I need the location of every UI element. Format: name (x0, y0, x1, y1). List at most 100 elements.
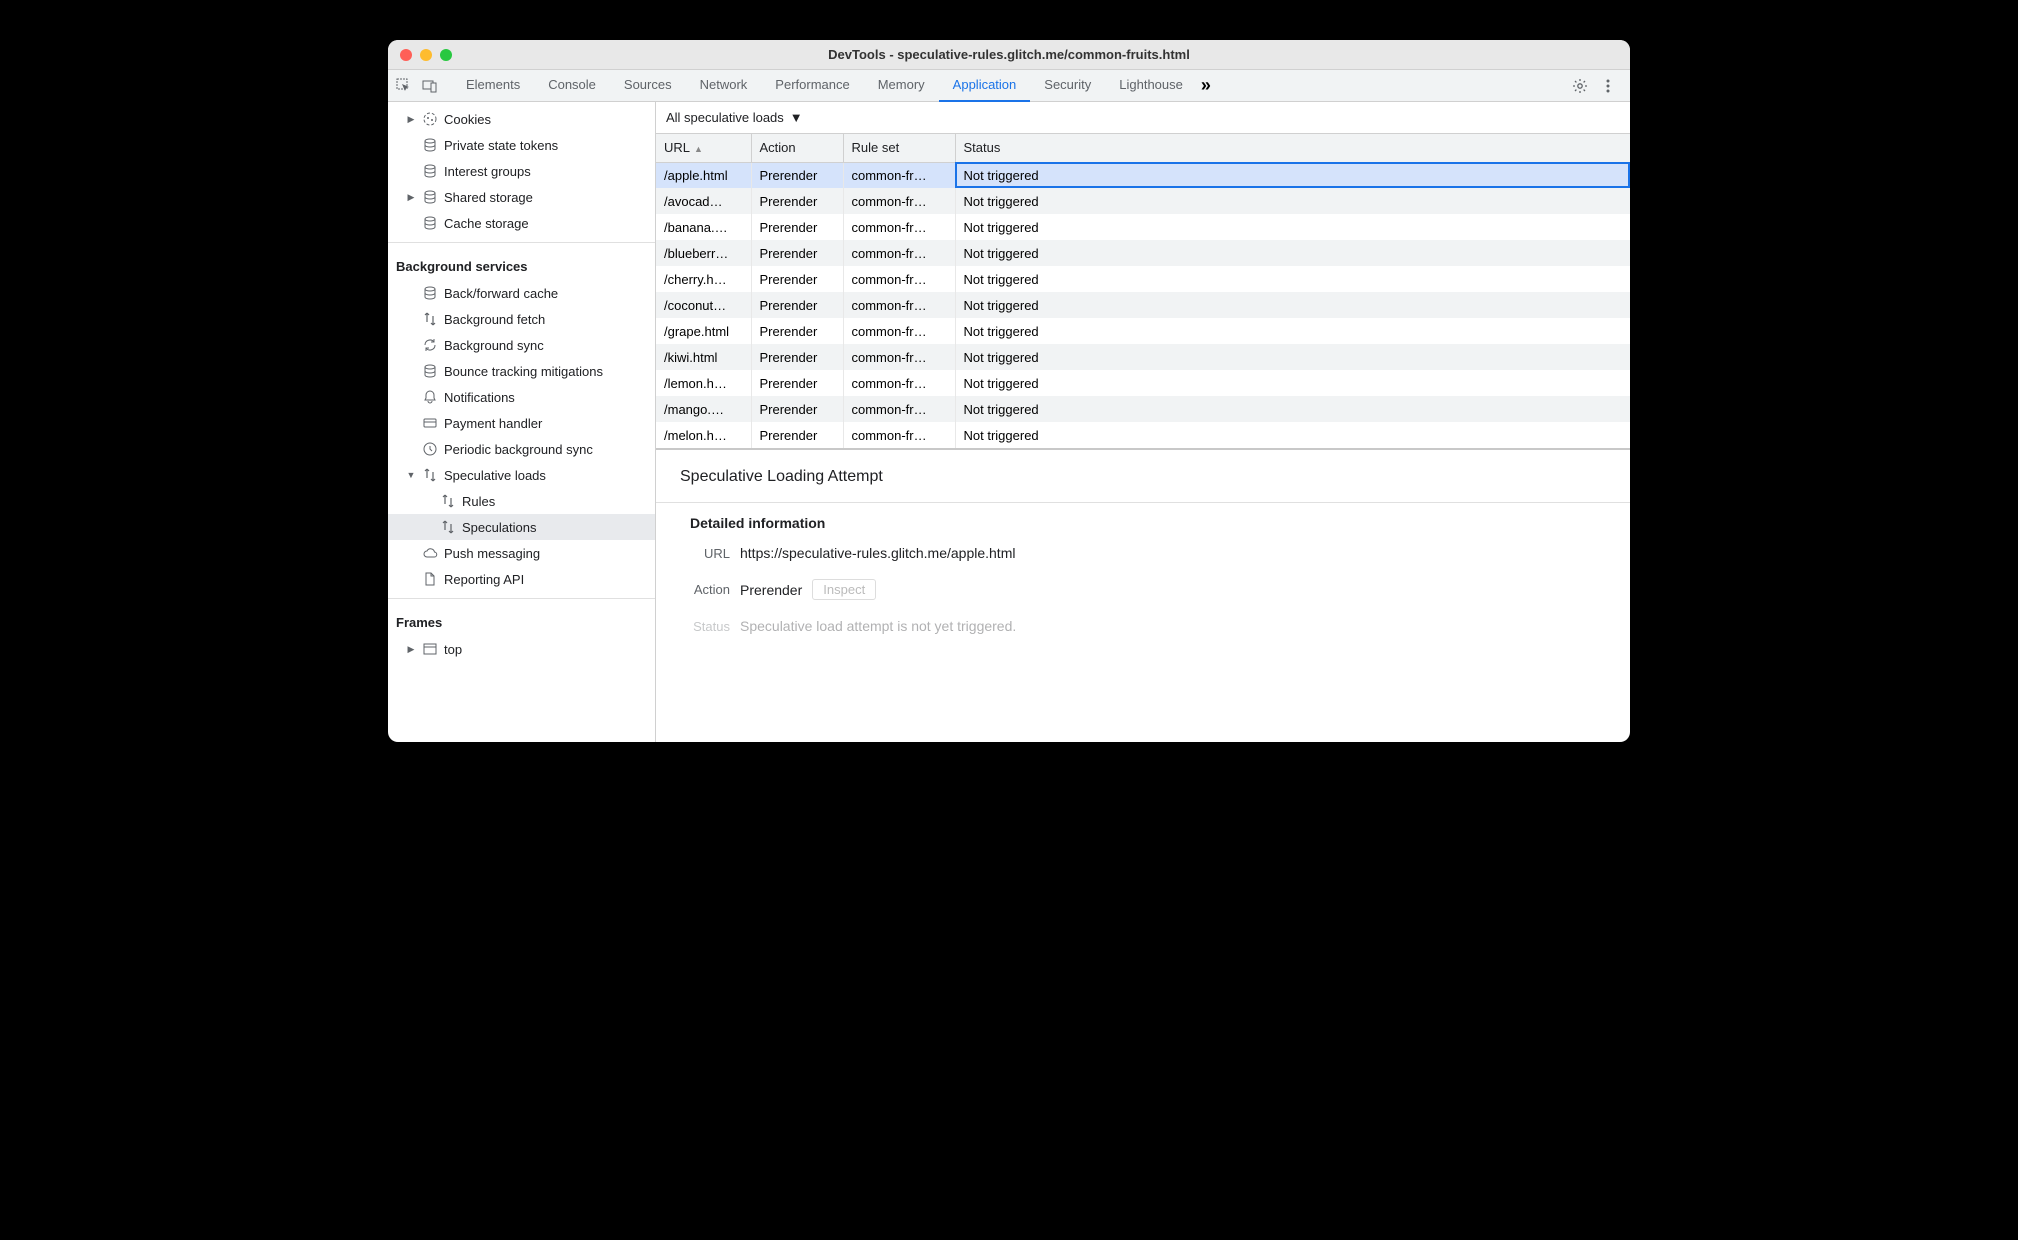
column-header-url[interactable]: URL▲ (656, 134, 751, 162)
device-icon[interactable] (422, 78, 438, 94)
cell-status: Not triggered (955, 266, 1630, 292)
detail-status-value: Speculative load attempt is not yet trig… (740, 618, 1016, 634)
table-row[interactable]: /blueberr…Prerendercommon-fr…Not trigger… (656, 240, 1630, 266)
doc-icon (422, 571, 438, 587)
sidebar-item-label: top (444, 642, 462, 657)
dropdown-icon: ▼ (790, 110, 803, 125)
filter-bar[interactable]: All speculative loads ▼ (656, 102, 1630, 134)
cell-url: /blueberr… (656, 240, 751, 266)
sidebar-item-interest-groups[interactable]: Interest groups (388, 158, 655, 184)
table-row[interactable]: /melon.h…Prerendercommon-fr…Not triggere… (656, 422, 1630, 448)
sidebar-item-rules[interactable]: Rules (388, 488, 655, 514)
column-header-status[interactable]: Status (955, 134, 1630, 162)
sidebar-item-background-fetch[interactable]: Background fetch (388, 306, 655, 332)
detail-heading: Speculative Loading Attempt (680, 468, 1606, 486)
sidebar-item-reporting-api[interactable]: Reporting API (388, 566, 655, 592)
db-icon (422, 163, 438, 179)
sidebar-item-periodic-background-sync[interactable]: Periodic background sync (388, 436, 655, 462)
sidebar-item-push-messaging[interactable]: Push messaging (388, 540, 655, 566)
table-row[interactable]: /lemon.h…Prerendercommon-fr…Not triggere… (656, 370, 1630, 396)
speculations-table: URL▲ActionRule setStatus /apple.htmlPrer… (656, 134, 1630, 448)
cell-status: Not triggered (955, 188, 1630, 214)
detail-action-value: Prerender (740, 582, 802, 598)
tab-sources[interactable]: Sources (610, 70, 686, 102)
sidebar-item-label: Cache storage (444, 216, 529, 231)
cell-action: Prerender (751, 370, 843, 396)
tab-application[interactable]: Application (939, 70, 1031, 102)
sidebar-item-background-sync[interactable]: Background sync (388, 332, 655, 358)
tab-lighthouse[interactable]: Lighthouse (1105, 70, 1197, 102)
sidebar-item-label: Cookies (444, 112, 491, 127)
sidebar: ▶CookiesPrivate state tokensInterest gro… (388, 102, 656, 742)
cell-action: Prerender (751, 344, 843, 370)
inspect-icon[interactable] (396, 78, 412, 94)
kebab-menu-icon[interactable] (1600, 78, 1616, 94)
updown-icon (440, 519, 456, 535)
cell-url: /kiwi.html (656, 344, 751, 370)
more-tabs-button[interactable]: » (1201, 75, 1211, 96)
tab-network[interactable]: Network (686, 70, 762, 102)
tab-performance[interactable]: Performance (761, 70, 863, 102)
cell-ruleset: common-fr… (843, 214, 955, 240)
settings-icon[interactable] (1572, 78, 1588, 94)
sidebar-item-label: Shared storage (444, 190, 533, 205)
tab-memory[interactable]: Memory (864, 70, 939, 102)
cell-action: Prerender (751, 162, 843, 188)
titlebar: DevTools - speculative-rules.glitch.me/c… (388, 40, 1630, 70)
tab-console[interactable]: Console (534, 70, 610, 102)
table-row[interactable]: /grape.htmlPrerendercommon-fr…Not trigge… (656, 318, 1630, 344)
sidebar-item-speculative-loads[interactable]: ▼Speculative loads (388, 462, 655, 488)
sidebar-section-frames: Frames (388, 605, 655, 636)
cell-url: /avocad… (656, 188, 751, 214)
inspect-button[interactable]: Inspect (812, 579, 876, 600)
sidebar-item-label: Speculative loads (444, 468, 546, 483)
cell-action: Prerender (751, 214, 843, 240)
table-row[interactable]: /kiwi.htmlPrerendercommon-fr…Not trigger… (656, 344, 1630, 370)
cell-ruleset: common-fr… (843, 162, 955, 188)
sidebar-item-top[interactable]: ▶top (388, 636, 655, 662)
sidebar-item-label: Notifications (444, 390, 515, 405)
detail-status-label: Status (680, 619, 740, 634)
sidebar-item-bounce-tracking-mitigations[interactable]: Bounce tracking mitigations (388, 358, 655, 384)
cell-ruleset: common-fr… (843, 266, 955, 292)
table-row[interactable]: /banana.…Prerendercommon-fr…Not triggere… (656, 214, 1630, 240)
cell-url: /melon.h… (656, 422, 751, 448)
cell-status: Not triggered (955, 214, 1630, 240)
sidebar-item-label: Background sync (444, 338, 544, 353)
cloud-icon (422, 545, 438, 561)
sidebar-item-cookies[interactable]: ▶Cookies (388, 106, 655, 132)
updown-icon (422, 311, 438, 327)
column-header-action[interactable]: Action (751, 134, 843, 162)
cell-url: /lemon.h… (656, 370, 751, 396)
sidebar-item-cache-storage[interactable]: Cache storage (388, 210, 655, 236)
sidebar-item-speculations[interactable]: Speculations (388, 514, 655, 540)
tab-elements[interactable]: Elements (452, 70, 534, 102)
cell-action: Prerender (751, 266, 843, 292)
sidebar-item-label: Speculations (462, 520, 536, 535)
sidebar-item-label: Reporting API (444, 572, 524, 587)
frame-icon (422, 641, 438, 657)
table-row[interactable]: /mango.…Prerendercommon-fr…Not triggered (656, 396, 1630, 422)
cell-ruleset: common-fr… (843, 422, 955, 448)
sidebar-item-back-forward-cache[interactable]: Back/forward cache (388, 280, 655, 306)
cell-ruleset: common-fr… (843, 396, 955, 422)
cell-status: Not triggered (955, 318, 1630, 344)
sidebar-item-label: Payment handler (444, 416, 542, 431)
cell-url: /apple.html (656, 162, 751, 188)
table-row[interactable]: /avocad…Prerendercommon-fr…Not triggered (656, 188, 1630, 214)
sync-icon (422, 337, 438, 353)
table-row[interactable]: /coconut…Prerendercommon-fr…Not triggere… (656, 292, 1630, 318)
table-row[interactable]: /cherry.h…Prerendercommon-fr…Not trigger… (656, 266, 1630, 292)
cell-status: Not triggered (955, 292, 1630, 318)
main-panel: All speculative loads ▼ URL▲ActionRule s… (656, 102, 1630, 742)
sidebar-item-shared-storage[interactable]: ▶ Shared storage (388, 184, 655, 210)
expand-arrow-icon: ▶ (406, 192, 416, 203)
sidebar-item-payment-handler[interactable]: Payment handler (388, 410, 655, 436)
tab-security[interactable]: Security (1030, 70, 1105, 102)
db-icon (422, 137, 438, 153)
cell-ruleset: common-fr… (843, 188, 955, 214)
table-row[interactable]: /apple.htmlPrerendercommon-fr…Not trigge… (656, 162, 1630, 188)
sidebar-item-notifications[interactable]: Notifications (388, 384, 655, 410)
sidebar-item-private-state-tokens[interactable]: Private state tokens (388, 132, 655, 158)
column-header-rule-set[interactable]: Rule set (843, 134, 955, 162)
